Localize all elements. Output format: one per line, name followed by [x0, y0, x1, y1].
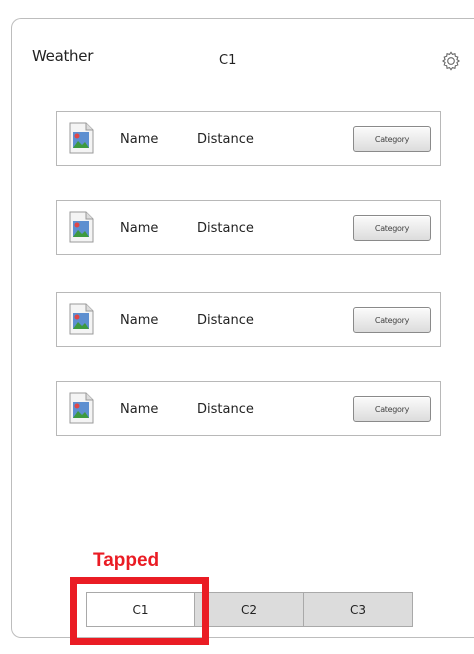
- list-item[interactable]: Name Distance Category: [56, 292, 441, 347]
- item-name: Name: [120, 221, 159, 236]
- item-name: Name: [120, 402, 159, 417]
- image-file-icon: [69, 122, 94, 154]
- image-file-icon: [69, 211, 94, 243]
- list-item[interactable]: Name Distance Category: [56, 381, 441, 436]
- tab-c3[interactable]: C3: [304, 592, 413, 627]
- category-button[interactable]: Category: [353, 126, 431, 152]
- item-name: Name: [120, 313, 159, 328]
- current-tab-label: C1: [219, 53, 237, 68]
- list-item[interactable]: Name Distance Category: [56, 111, 441, 166]
- gear-icon[interactable]: [440, 50, 462, 72]
- bottom-tab-bar: C1 C2 C3: [86, 592, 413, 627]
- image-file-icon: [69, 392, 94, 424]
- category-button[interactable]: Category: [353, 307, 431, 333]
- item-distance: Distance: [197, 402, 254, 417]
- image-file-icon: [69, 303, 94, 335]
- list-item[interactable]: Name Distance Category: [56, 200, 441, 255]
- tab-c1[interactable]: C1: [86, 592, 195, 627]
- tapped-annotation-label: Tapped: [93, 550, 160, 571]
- item-distance: Distance: [197, 132, 254, 147]
- category-button[interactable]: Category: [353, 396, 431, 422]
- item-distance: Distance: [197, 313, 254, 328]
- app-title: Weather: [32, 47, 94, 65]
- category-button[interactable]: Category: [353, 215, 431, 241]
- item-distance: Distance: [197, 221, 254, 236]
- item-name: Name: [120, 132, 159, 147]
- tab-c2[interactable]: C2: [195, 592, 304, 627]
